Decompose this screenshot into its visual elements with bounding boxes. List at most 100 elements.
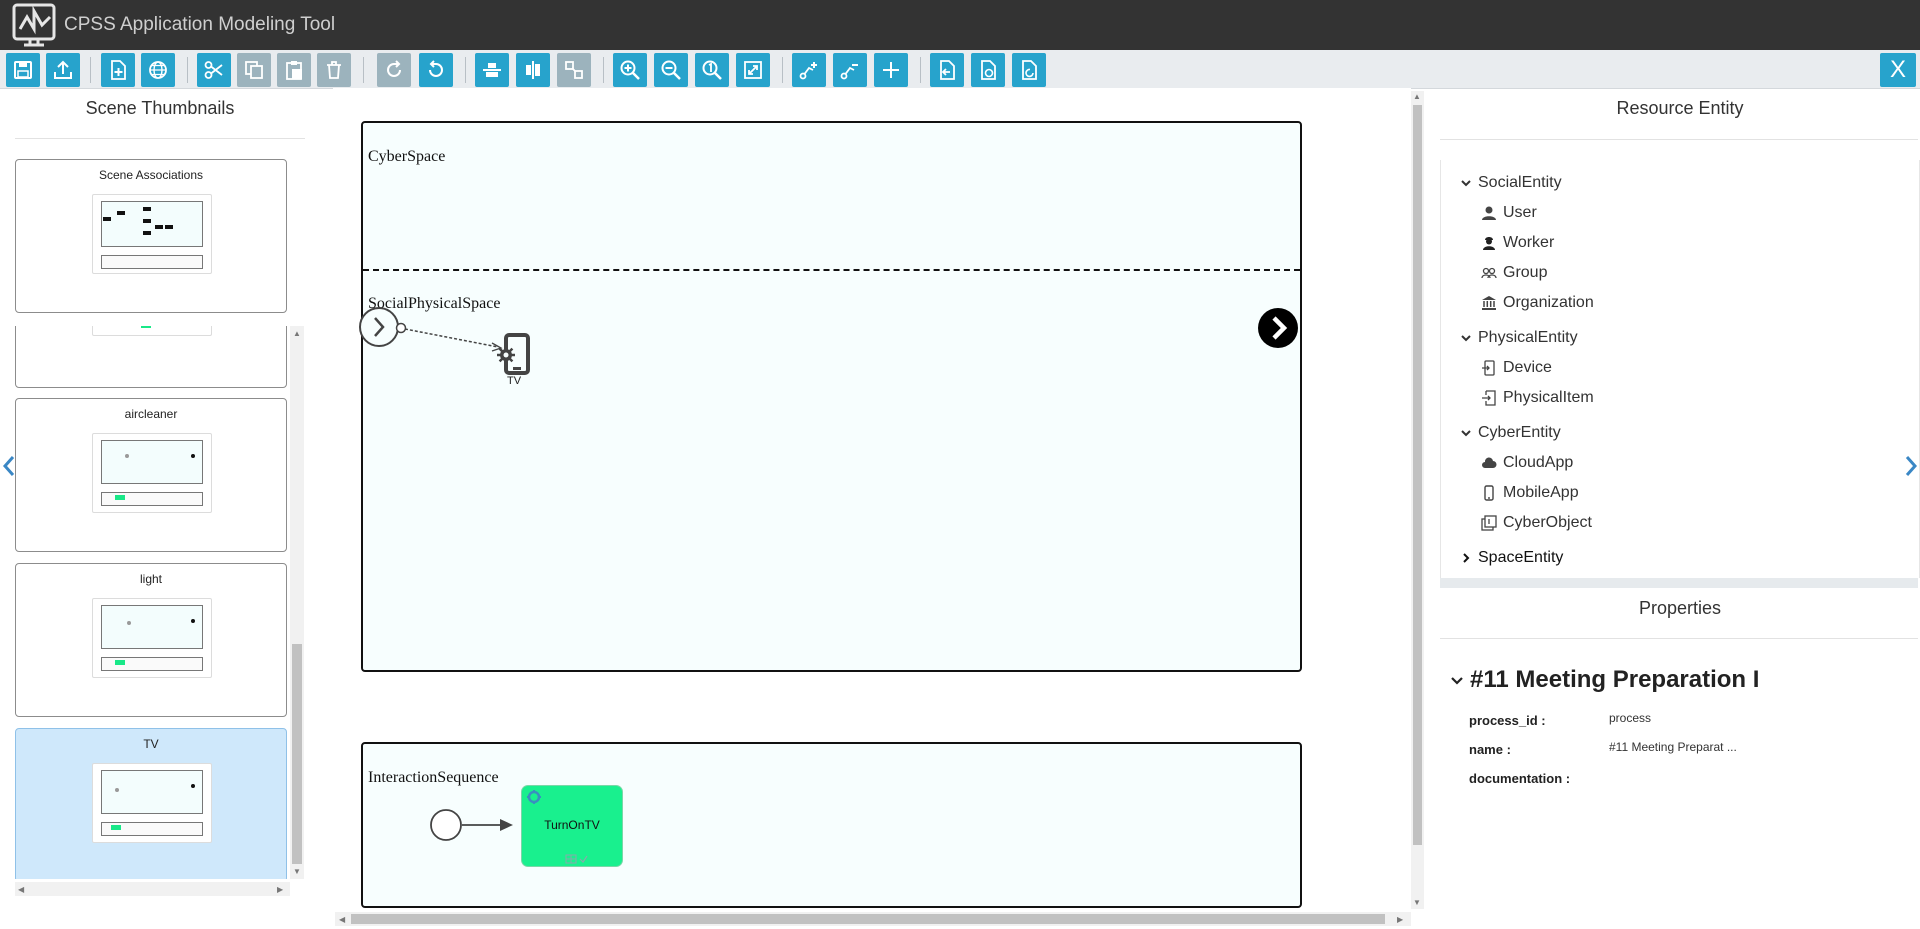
thumbnail-scroll-thumb[interactable] — [292, 644, 302, 864]
scroll-right-icon[interactable]: ▶ — [277, 885, 283, 894]
scene-preview — [92, 763, 212, 843]
scene-preview — [92, 194, 212, 274]
worker-icon — [1483, 237, 1495, 250]
undo-button[interactable] — [419, 53, 453, 87]
close-button[interactable]: X — [1880, 53, 1916, 87]
canvas-hscrollbar[interactable] — [335, 912, 1411, 926]
new-scene-button[interactable] — [101, 53, 135, 87]
panel-divider — [15, 138, 305, 139]
remove-waypoint-button[interactable] — [833, 53, 867, 87]
tree-leaf-worker[interactable]: Worker — [1481, 234, 1554, 252]
tree-leaf-label: Group — [1503, 264, 1548, 281]
tree-leaf-user[interactable]: User — [1481, 204, 1537, 222]
tree-node-cyberentity[interactable]: CyberEntity — [1460, 424, 1561, 442]
tv-device-icon[interactable] — [494, 333, 532, 379]
properties-heading[interactable]: #11 Meeting Preparation I — [1450, 666, 1759, 694]
canvas-vscrollbar[interactable] — [1411, 91, 1424, 909]
align-vertical-icon — [526, 61, 540, 79]
scroll-down-icon[interactable]: ▼ — [1413, 898, 1421, 907]
tree-leaf-label: Worker — [1503, 234, 1555, 251]
tree-leaf-organization[interactable]: Organization — [1481, 294, 1594, 312]
tree-leaf-physicalitem[interactable]: PhysicalItem — [1481, 389, 1594, 407]
tree-leaf-label: User — [1503, 204, 1537, 221]
scroll-up-icon[interactable]: ▲ — [293, 329, 301, 338]
import-button[interactable] — [930, 53, 964, 87]
redo-button[interactable] — [377, 53, 411, 87]
upload-button[interactable] — [46, 53, 80, 87]
zoom-in-icon — [620, 60, 640, 80]
add-waypoint-button[interactable] — [792, 53, 826, 87]
cut-button[interactable] — [197, 53, 231, 87]
thumbnail-hscrollbar[interactable] — [15, 882, 290, 896]
device-icon — [1482, 360, 1495, 376]
property-value[interactable]: #11 Meeting Preparat ... — [1609, 740, 1737, 754]
next-scene-icon[interactable] — [1257, 307, 1299, 349]
user-icon — [1482, 206, 1496, 220]
scene-thumbnail[interactable]: aircleaner — [15, 398, 287, 552]
copy-button[interactable] — [237, 53, 271, 87]
zoom-actual-button[interactable] — [695, 53, 729, 87]
align-vertical-button[interactable] — [516, 53, 550, 87]
paste-button[interactable] — [277, 53, 311, 87]
scene-globe-button[interactable] — [141, 53, 175, 87]
delete-button[interactable] — [317, 53, 351, 87]
scroll-right-icon[interactable]: ▶ — [1397, 915, 1403, 924]
scene-thumbnail-selected[interactable]: TV — [15, 728, 287, 879]
save-button[interactable] — [6, 53, 40, 87]
canvas-vscroll-thumb[interactable] — [1413, 105, 1422, 845]
tree-node-socialentity[interactable]: SocialEntity — [1460, 174, 1562, 192]
scroll-down-icon[interactable]: ▼ — [293, 867, 301, 876]
scene-thumbnail[interactable] — [15, 326, 287, 388]
add-waypoint-icon — [799, 62, 817, 80]
undo-icon — [429, 60, 443, 77]
collapse-right-panel-icon[interactable] — [1904, 455, 1918, 477]
tree-leaf-device[interactable]: Device — [1481, 359, 1552, 377]
scene-thumbnail-label: aircleaner — [124, 407, 178, 421]
tree-leaf-group[interactable]: Group — [1481, 264, 1547, 282]
scene-thumbnail[interactable]: light — [15, 563, 287, 717]
scissors-icon — [204, 61, 223, 79]
canvas-hscroll-thumb[interactable] — [351, 914, 1385, 924]
scene-preview — [92, 433, 212, 513]
scene-thumbnail-label: TV — [143, 737, 159, 751]
save-icon — [14, 61, 32, 79]
panel-splitter[interactable] — [1440, 578, 1918, 588]
scroll-left-icon[interactable]: ◀ — [339, 915, 345, 924]
collapse-left-panel-icon[interactable] — [2, 455, 16, 477]
start-event-flow[interactable] — [428, 806, 528, 846]
app-logo-icon — [12, 3, 56, 47]
align-horizontal-icon — [483, 63, 501, 77]
gear-icon — [527, 790, 541, 804]
export-button[interactable] — [971, 53, 1005, 87]
refresh-file-icon — [1022, 60, 1037, 80]
tree-leaf-label: Device — [1503, 359, 1552, 376]
fit-window-button[interactable] — [736, 53, 770, 87]
resource-entity-title: Resource Entity — [1616, 98, 1744, 118]
align-horizontal-button[interactable] — [475, 53, 509, 87]
physical-item-icon — [1482, 390, 1496, 406]
scene-thumbnail[interactable]: Scene Associations — [15, 159, 287, 313]
tree-node-physicalentity[interactable]: PhysicalEntity — [1460, 329, 1578, 347]
scroll-up-icon[interactable]: ▲ — [1413, 92, 1421, 101]
add-button[interactable] — [874, 53, 908, 87]
tree-node-spaceentity[interactable]: SpaceEntity — [1460, 549, 1563, 567]
space-pool[interactable] — [361, 121, 1302, 672]
task-turnontv[interactable]: TurnOnTV — [521, 785, 623, 867]
refresh-file-button[interactable] — [1012, 53, 1046, 87]
plus-icon — [883, 62, 899, 78]
tree-leaf-cloudapp[interactable]: CloudApp — [1481, 454, 1573, 472]
scene-preview — [92, 326, 212, 336]
zoom-in-button[interactable] — [613, 53, 647, 87]
tree-leaf-cyberobject[interactable]: CyberObject — [1481, 514, 1592, 532]
tree-leaf-mobileapp[interactable]: MobileApp — [1481, 484, 1579, 502]
scroll-left-icon[interactable]: ◀ — [18, 885, 24, 894]
property-value[interactable] — [1609, 769, 1809, 785]
scene-thumbnail-label: Scene Associations — [98, 168, 204, 182]
lane-label-interactionsequence: InteractionSequence — [368, 769, 499, 786]
lane-label-cyberspace: CyberSpace — [368, 148, 446, 165]
property-key: process_id : — [1469, 713, 1546, 728]
property-value[interactable]: process — [1609, 711, 1651, 725]
thumbnail-scrollbar[interactable] — [290, 326, 304, 879]
resize-button[interactable] — [557, 53, 591, 87]
zoom-out-button[interactable] — [654, 53, 688, 87]
